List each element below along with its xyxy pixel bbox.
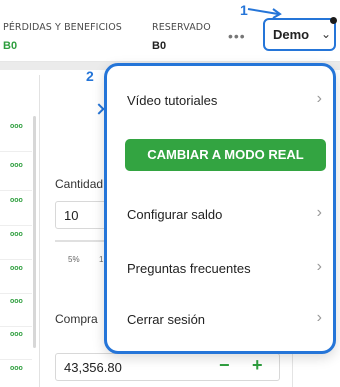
menu-item-label: Preguntas frecuentes	[127, 261, 251, 276]
percent-option-5[interactable]: 5%	[68, 255, 80, 264]
pl-value: B0	[3, 40, 18, 52]
reserved-value: B0	[152, 40, 167, 52]
status-icon: ooo	[10, 365, 23, 372]
price-input[interactable]: 43,356.80	[55, 353, 280, 381]
list-item[interactable]: ooo	[0, 360, 32, 387]
menu-item-logout[interactable]: Cerrar sesión ›	[127, 309, 322, 333]
menu-item-faq[interactable]: Preguntas frecuentes ›	[127, 258, 322, 282]
list-item[interactable]: ooo	[0, 118, 32, 152]
reserved-label: RESERVADO	[152, 22, 211, 33]
status-icon: ooo	[10, 265, 23, 272]
menu-item-configure-balance[interactable]: Configurar saldo ›	[127, 204, 322, 228]
buy-label: Compra	[55, 312, 98, 326]
list-item[interactable]: ooo	[0, 260, 32, 294]
trading-app: PÉRDIDAS Y BENEFICIOS B0 RESERVADO B0 ••…	[0, 0, 340, 387]
plus-icon[interactable]: +	[252, 355, 263, 376]
status-icon: ooo	[10, 162, 23, 169]
chevron-right-icon: ›	[316, 204, 322, 221]
quantity-label: Cantidad	[55, 177, 104, 191]
status-icon: ooo	[10, 231, 23, 238]
top-header: PÉRDIDAS Y BENEFICIOS B0 RESERVADO B0 ••…	[0, 0, 340, 62]
left-scrollbar[interactable]	[33, 116, 36, 348]
menu-item-label: Vídeo tutoriales	[127, 93, 218, 108]
chevron-right-icon: ›	[316, 258, 322, 275]
list-item[interactable]: ooo	[0, 157, 32, 191]
account-mode-label: Demo	[273, 27, 310, 42]
notification-dot	[330, 17, 337, 24]
switch-to-real-button[interactable]: CAMBIAR A MODO REAL	[125, 139, 326, 171]
percent-option-partial[interactable]: 1	[99, 255, 103, 264]
menu-item-label: Configurar saldo	[127, 207, 223, 222]
annotation-arrow-1	[247, 8, 282, 19]
chevron-down-icon: ⌄	[321, 27, 332, 41]
account-mode-button[interactable]: Demo ⌄	[263, 17, 337, 51]
chevron-right-icon: ›	[316, 309, 322, 326]
account-menu: Vídeo tutoriales › CAMBIAR A MODO REAL C…	[104, 63, 336, 354]
status-icon: ooo	[10, 298, 23, 305]
list-item[interactable]: ooo	[0, 326, 32, 360]
list-item[interactable]: ooo	[0, 226, 32, 260]
minus-icon[interactable]: −	[219, 355, 230, 376]
menu-item-label: Cerrar sesión	[127, 312, 206, 327]
annotation-2: 2	[86, 68, 94, 84]
chevron-right-icon: ›	[316, 90, 322, 107]
price-value: 43,356.80	[64, 360, 122, 375]
status-icon: ooo	[10, 123, 23, 130]
list-item[interactable]: ooo	[0, 192, 32, 226]
list-item[interactable]: ooo	[0, 293, 32, 327]
status-icon: ooo	[10, 197, 23, 204]
more-icon[interactable]: •••	[228, 28, 246, 44]
pl-label: PÉRDIDAS Y BENEFICIOS	[3, 22, 122, 33]
status-icon: ooo	[10, 331, 23, 338]
menu-item-video-tutorials[interactable]: Vídeo tutoriales ›	[127, 90, 322, 114]
